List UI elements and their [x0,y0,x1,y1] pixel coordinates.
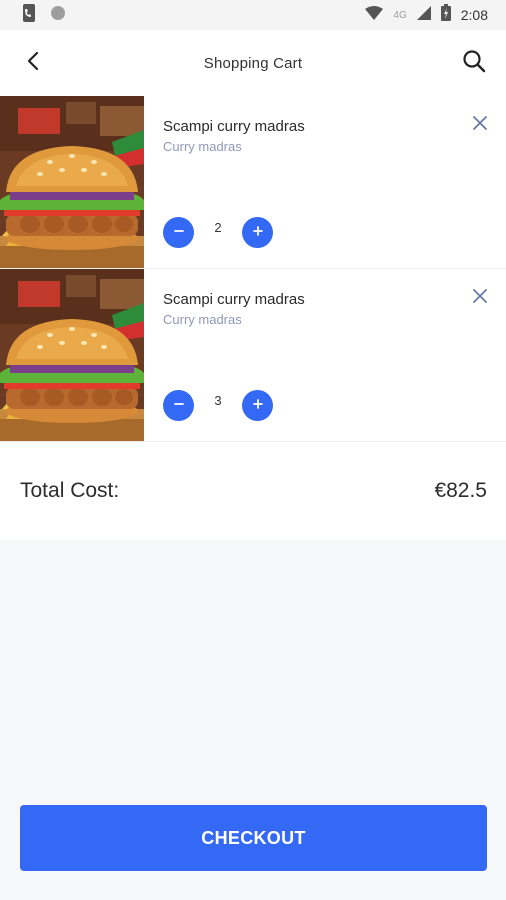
plus-icon [252,224,264,242]
item-name: Scampi curry madras [163,118,305,135]
status-bar: 4G 2:08 [0,0,506,30]
minus-icon [173,224,185,242]
remove-item-button[interactable] [470,115,490,135]
item-name: Scampi curry madras [163,291,305,308]
network-type-label: 4G [393,9,407,21]
item-image [0,269,144,441]
back-button[interactable] [18,48,48,78]
total-cost-value: €82.5 [434,479,487,502]
battery-icon [440,4,451,26]
plus-icon [252,397,264,415]
search-icon [462,49,486,78]
cart-item: Scampi curry madras Curry madras 2 [0,96,506,269]
close-icon [473,288,487,308]
total-cost-row: Total Cost: €82.5 [0,442,506,540]
minus-icon [173,397,185,415]
status-time: 2:08 [460,7,488,23]
quantity-value: 3 [214,393,222,408]
cart-list: Scampi curry madras Curry madras 2 Scamp… [0,96,506,442]
checkout-button[interactable]: CHECKOUT [20,805,487,871]
page-title: Shopping Cart [203,54,303,72]
checkout-label: CHECKOUT [201,827,306,848]
increase-quantity-button[interactable] [242,217,273,248]
item-subtitle: Curry madras [163,139,242,154]
back-arrow-icon [26,50,40,77]
wifi-icon [365,5,384,25]
decrease-quantity-button[interactable] [163,390,194,421]
increase-quantity-button[interactable] [242,390,273,421]
item-subtitle: Curry madras [163,312,242,327]
quantity-value: 2 [214,220,222,235]
notification-dot-icon [50,5,66,26]
total-cost-label: Total Cost: [20,479,120,502]
remove-item-button[interactable] [470,288,490,308]
app-bar: Shopping Cart [0,30,506,96]
phone-icon [22,3,36,27]
decrease-quantity-button[interactable] [163,217,194,248]
cell-signal-icon [416,5,431,25]
close-icon [473,115,487,135]
search-button[interactable] [458,47,490,79]
cart-item: Scampi curry madras Curry madras 3 [0,269,506,442]
item-image [0,96,144,268]
